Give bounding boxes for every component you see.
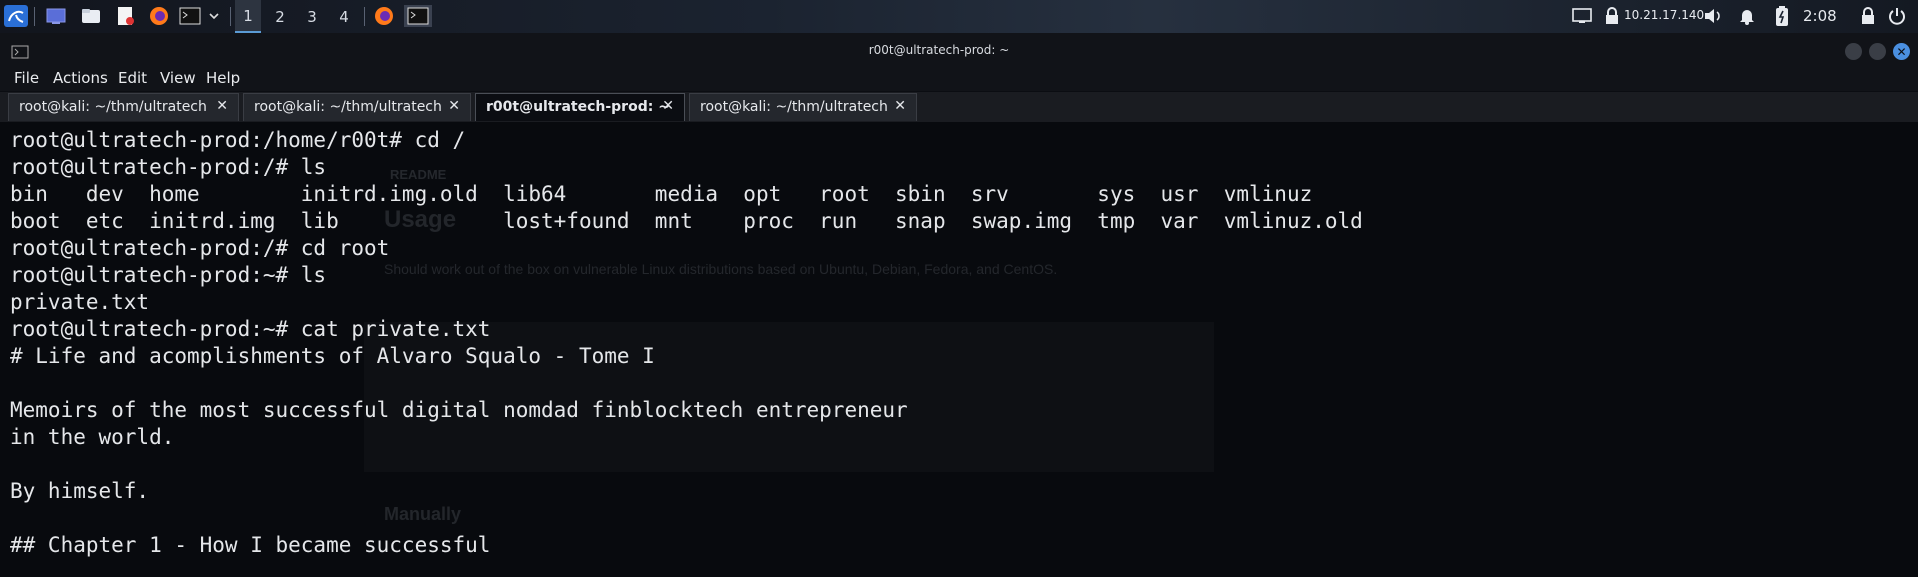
- terminal-line: root@ultratech-prod:/# cd root: [10, 236, 390, 260]
- firefox-icon[interactable]: [147, 5, 171, 27]
- terminal-line: private.txt: [10, 290, 150, 314]
- workspace-3[interactable]: 3: [299, 0, 325, 33]
- tab-label: root@kali: ~/thm/ultratech: [700, 99, 888, 115]
- terminal-line: boot etc initrd.img lib lost+found mnt p…: [10, 209, 1363, 233]
- minimize-button[interactable]: [1845, 43, 1862, 60]
- text-editor-icon[interactable]: [113, 5, 137, 27]
- monitor-icon[interactable]: [1570, 5, 1594, 27]
- menu-edit[interactable]: Edit: [118, 69, 147, 87]
- terminal-line: root@ultratech-prod:/home/r00t# cd /: [10, 128, 466, 152]
- tab-close-icon[interactable]: ✕: [662, 98, 674, 114]
- tab-3[interactable]: r00t@ultratech-prod: ~ ✕: [475, 93, 685, 121]
- close-window-button[interactable]: ✕: [1893, 43, 1910, 60]
- vpn-ip-address: 10.21.17.140: [1624, 8, 1705, 22]
- menu-actions[interactable]: Actions: [53, 69, 108, 87]
- tab-4[interactable]: root@kali: ~/thm/ultratech ✕: [689, 93, 917, 121]
- volume-icon[interactable]: [1701, 5, 1725, 27]
- menu-file[interactable]: File: [14, 69, 39, 87]
- terminal-icon[interactable]: [178, 5, 202, 27]
- firefox-window-icon[interactable]: [372, 5, 396, 27]
- workspace-1[interactable]: 1: [235, 0, 261, 33]
- terminal-line: in the world.: [10, 425, 175, 449]
- clock[interactable]: 2:08: [1803, 7, 1837, 25]
- chevron-down-icon[interactable]: [204, 5, 224, 27]
- menu-view[interactable]: View: [160, 69, 196, 87]
- terminal-line: root@ultratech-prod:~# cat private.txt: [10, 317, 491, 341]
- window-title: r00t@ultratech-prod: ~: [868, 43, 1010, 57]
- terminal-line: root@ultratech-prod:/# ls: [10, 155, 327, 179]
- tab-2[interactable]: root@kali: ~/thm/ultratech ✕: [243, 93, 471, 121]
- power-icon[interactable]: [1885, 5, 1909, 27]
- terminal-line: By himself.: [10, 479, 150, 503]
- workspace-4[interactable]: 4: [331, 0, 357, 33]
- menu-bar: File Actions Edit View Help: [0, 66, 1918, 91]
- lock-icon[interactable]: [1856, 5, 1880, 27]
- terminal-line: Memoirs of the most successful digital n…: [10, 398, 908, 422]
- tab-close-icon[interactable]: ✕: [448, 98, 460, 114]
- terminal-line: bin dev home initrd.img.old lib64 media …: [10, 182, 1313, 206]
- workspace-2[interactable]: 2: [267, 0, 293, 33]
- terminal-line: root@ultratech-prod:~# ls: [10, 263, 327, 287]
- desktop-icon[interactable]: [44, 5, 68, 27]
- file-manager-icon[interactable]: [79, 5, 103, 27]
- vpn-lock-icon: [1600, 5, 1624, 27]
- bell-icon[interactable]: [1735, 5, 1759, 27]
- maximize-button[interactable]: [1869, 43, 1886, 60]
- tab-bar: root@kali: ~/thm/ultratech ✕ root@kali: …: [0, 92, 1918, 122]
- close-icon: ✕: [1896, 44, 1907, 59]
- top-panel: 1 2 3 4 10.21.17.140 2:08: [0, 0, 1918, 34]
- terminal-output: root@ultratech-prod:/home/r00t# cd / root…: [10, 127, 1363, 559]
- terminal-area[interactable]: README Usage Should work out of the box …: [0, 122, 1918, 577]
- window-titlebar[interactable]: r00t@ultratech-prod: ~ ✕: [0, 33, 1918, 69]
- tab-close-icon[interactable]: ✕: [216, 98, 228, 114]
- tab-close-icon[interactable]: ✕: [894, 98, 906, 114]
- terminal-window-icon[interactable]: [404, 5, 432, 27]
- battery-icon: [1770, 5, 1794, 27]
- tab-label: root@kali: ~/thm/ultratech: [19, 99, 207, 115]
- menu-help[interactable]: Help: [206, 69, 240, 87]
- kali-menu-icon[interactable]: [3, 5, 29, 27]
- tab-label: r00t@ultratech-prod: ~: [486, 99, 670, 115]
- tab-1[interactable]: root@kali: ~/thm/ultratech ✕: [8, 93, 239, 121]
- terminal-line: ## Chapter 1 - How I became successful: [10, 533, 491, 557]
- tab-label: root@kali: ~/thm/ultratech: [254, 99, 442, 115]
- terminal-line: # Life and acomplishments of Alvaro Squa…: [10, 344, 655, 368]
